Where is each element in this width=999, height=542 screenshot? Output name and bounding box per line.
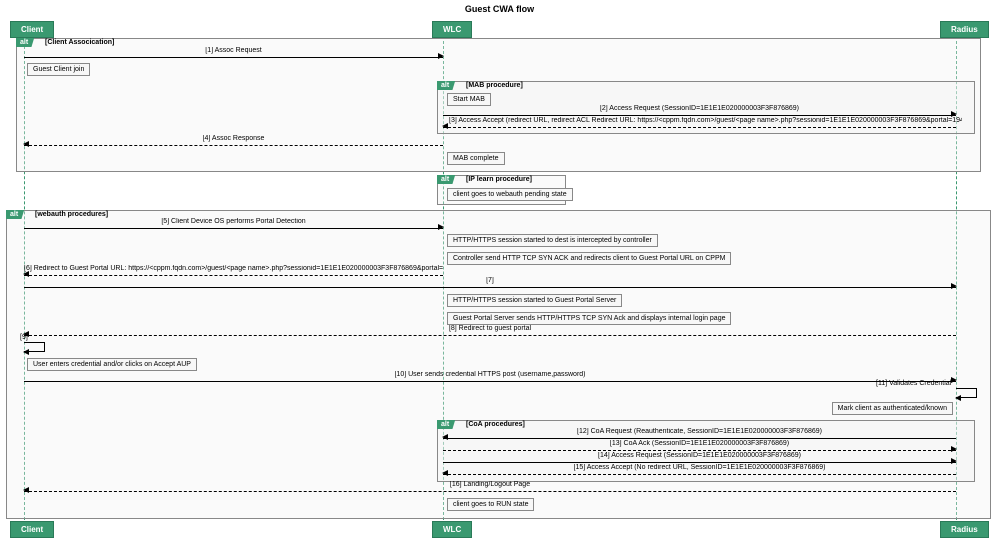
msg-5-portal-detection: [5] Client Device OS performs Portal Det… [24, 220, 443, 230]
participant-client-bot: Client [10, 521, 54, 538]
group-title-assoc: [Client Assocication] [45, 39, 114, 46]
msg-16-landing: [16] Landing/Logout Page [24, 483, 956, 493]
participant-wlc-top: WLC [432, 21, 472, 38]
msg-10-credentials: [10] User sends credential HTTPS post (u… [24, 373, 956, 383]
alt-label-iplearn: alt [437, 175, 455, 184]
note-guest-client-join: Guest Client join [27, 63, 90, 76]
msg-12-coa-request: [12] CoA Request (Reauthenticate, Sessio… [443, 430, 956, 440]
note-user-enters: User enters credential and/or clicks on … [27, 358, 197, 371]
note-run-state: client goes to RUN state [447, 498, 534, 511]
note-ctrl-redirect: Controller send HTTP TCP SYN ACK and red… [447, 252, 731, 265]
participant-client-top: Client [10, 21, 54, 38]
alt-label-webauth: alt [6, 210, 24, 219]
note-http-intercept: HTTP/HTTPS session started to dest is in… [447, 234, 658, 247]
msg-13-coa-ack: [13] CoA Ack (SessionID=1E1E1E020000003F… [443, 442, 956, 452]
note-webauth-pending: client goes to webauth pending state [447, 188, 573, 201]
note-guest-ack: Guest Portal Server sends HTTP/HTTPS TCP… [447, 312, 731, 325]
msg-2-access-request: [2] Access Request (SessionID=1E1E1E0200… [443, 107, 956, 117]
alt-label-mab: alt [437, 81, 455, 90]
group-title-webauth: [webauth procedures] [35, 211, 108, 218]
msg-3-access-accept: [3] Access Accept (redirect URL, redirec… [443, 119, 956, 129]
participant-radius-top: Radius [940, 21, 989, 38]
group-title-iplearn: [IP learn procedure] [466, 176, 532, 183]
note-mark-auth: Mark client as authenticated/known [832, 402, 953, 415]
msg-15-access-accept: [15] Access Accept (No redirect URL, Ses… [443, 466, 956, 476]
group-title-coa: [CoA procedures] [466, 421, 525, 428]
group-title-mab: [MAB procedure] [466, 82, 523, 89]
alt-label: alt [16, 38, 34, 47]
msg-6-redirect-url: [6] Redirect to Guest Portal URL: https:… [24, 267, 443, 277]
note-http-guest: HTTP/HTTPS session started to Guest Port… [447, 294, 622, 307]
note-mab-complete: MAB complete [447, 152, 505, 165]
msg-8-redirect-guest: [8] Redirect to guest portal [24, 327, 956, 337]
msg-14-access-request: [14] Access Request (SessionID=1E1E1E020… [443, 454, 956, 464]
msg-4-assoc-response: [4] Assoc Response [24, 137, 443, 147]
participant-wlc-bot: WLC [432, 521, 472, 538]
msg-1-assoc-request: [1] Assoc Request [24, 49, 443, 59]
msg-7: [7] [24, 279, 956, 289]
diagram-title: Guest CWA flow [0, 0, 999, 16]
participant-radius-bot: Radius [940, 521, 989, 538]
